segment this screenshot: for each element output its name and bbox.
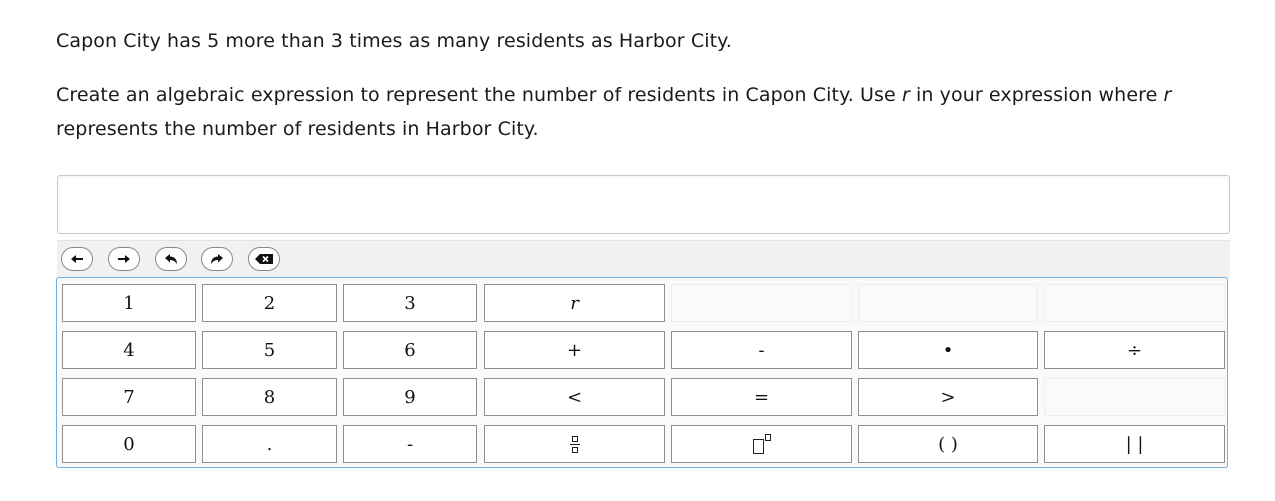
key-less-than[interactable]: <	[484, 378, 665, 416]
key-absolute-value[interactable]: | |	[1044, 425, 1225, 463]
move-right-button[interactable]	[108, 247, 140, 271]
arrow-left-icon	[71, 255, 83, 263]
key-fraction[interactable]	[484, 425, 665, 463]
exponent-icon	[752, 434, 771, 454]
key-negative[interactable]: -	[343, 425, 477, 463]
key-minus[interactable]: -	[671, 331, 852, 369]
question-instructions: Create an algebraic expression to repres…	[56, 78, 1236, 146]
key-variable-r-label: r	[570, 292, 579, 314]
arrow-right-icon	[118, 255, 130, 263]
key-1[interactable]: 1	[62, 284, 196, 322]
redo-icon	[211, 254, 223, 264]
key-6[interactable]: 6	[343, 331, 477, 369]
answer-input[interactable]	[57, 175, 1230, 234]
key-empty	[1044, 378, 1225, 416]
undo-button[interactable]	[155, 247, 187, 271]
key-greater-than[interactable]: >	[858, 378, 1038, 416]
key-divide[interactable]: ÷	[1044, 331, 1225, 369]
question-statement: Capon City has 5 more than 3 times as ma…	[56, 30, 732, 52]
move-left-button[interactable]	[61, 247, 93, 271]
fraction-icon	[569, 435, 580, 453]
key-multiply[interactable]: •	[858, 331, 1038, 369]
math-keypad: 1 2 3 r 4 5 6 + - • ÷ 7 8 9 < = > 0 . - …	[56, 277, 1228, 468]
key-plus[interactable]: +	[484, 331, 665, 369]
key-parentheses[interactable]: ( )	[858, 425, 1038, 463]
key-5[interactable]: 5	[202, 331, 337, 369]
redo-button[interactable]	[201, 247, 233, 271]
key-equals[interactable]: =	[671, 378, 852, 416]
key-empty	[671, 284, 852, 322]
undo-icon	[165, 254, 177, 264]
key-empty	[858, 284, 1038, 322]
key-empty	[1044, 284, 1225, 322]
editor-toolbar	[57, 240, 1230, 278]
key-decimal[interactable]: .	[202, 425, 337, 463]
key-3[interactable]: 3	[343, 284, 477, 322]
key-4[interactable]: 4	[62, 331, 196, 369]
key-8[interactable]: 8	[202, 378, 337, 416]
key-exponent[interactable]	[671, 425, 852, 463]
instructions-part-1: Create an algebraic expression to repres…	[56, 84, 902, 106]
key-9[interactable]: 9	[343, 378, 477, 416]
backspace-icon	[255, 254, 273, 264]
variable-r: r	[901, 84, 910, 106]
instructions-part-3: represents the number of residents in Ha…	[56, 118, 539, 140]
question-text: Capon City has 5 more than 3 times as ma…	[56, 24, 1236, 146]
backspace-button[interactable]	[248, 247, 280, 271]
key-0[interactable]: 0	[62, 425, 196, 463]
key-7[interactable]: 7	[62, 378, 196, 416]
key-variable-r[interactable]: r	[484, 284, 665, 322]
instructions-part-2: in your expression where	[909, 84, 1164, 106]
variable-r: r	[1163, 84, 1172, 106]
key-2[interactable]: 2	[202, 284, 337, 322]
